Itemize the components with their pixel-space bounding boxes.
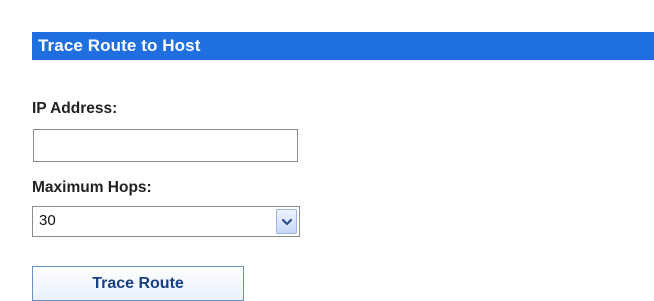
trace-route-button-label: Trace Route bbox=[92, 274, 184, 292]
maximum-hops-select[interactable]: 30 bbox=[32, 206, 300, 237]
section-header: Trace Route to Host bbox=[32, 32, 654, 60]
ip-address-input[interactable] bbox=[33, 129, 298, 162]
page-title: Trace Route to Host bbox=[38, 36, 201, 55]
maximum-hops-label: Maximum Hops: bbox=[32, 179, 152, 196]
trace-route-button[interactable]: Trace Route bbox=[32, 266, 244, 301]
chevron-down-icon[interactable] bbox=[276, 209, 297, 234]
maximum-hops-selected-value: 30 bbox=[39, 212, 56, 229]
ip-address-label: IP Address: bbox=[32, 100, 118, 117]
